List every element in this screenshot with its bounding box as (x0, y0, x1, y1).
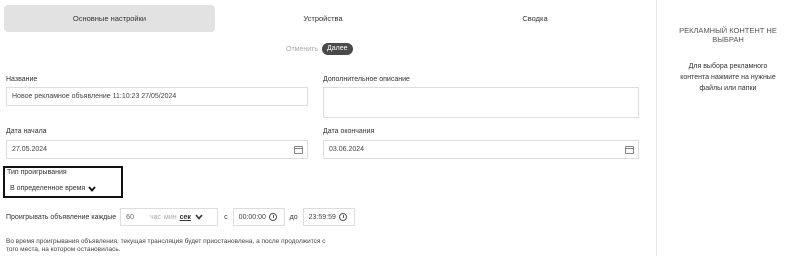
description-input[interactable] (323, 87, 639, 118)
chevron-down-icon (88, 185, 96, 192)
start-date-value: 27.05.2024 (12, 146, 48, 153)
next-button[interactable]: Далее (322, 43, 353, 55)
unit-second[interactable]: сек (180, 214, 191, 221)
playback-type-value: В определенное время (10, 185, 86, 192)
tab-basic-settings[interactable]: Основные настройки (4, 5, 215, 32)
start-date-label: Дата начала (6, 128, 47, 135)
repeat-interval-value: 60 (126, 213, 134, 221)
playback-note: Во время проигрывания объявления, текуща… (6, 238, 326, 253)
to-time-input[interactable]: 23:59:59 (302, 208, 355, 226)
name-label: Название (6, 76, 38, 83)
chevron-down-icon (195, 214, 203, 220)
clock-icon[interactable] (338, 213, 347, 221)
tab-summary[interactable]: Сводка (432, 5, 638, 32)
tab-devices[interactable]: Устройства (220, 5, 426, 32)
name-input-value: Новое рекламное объявление 11:10:23 27/0… (12, 93, 177, 100)
repeat-row: Проигрывать объявление каждые 60 час мин… (6, 208, 355, 226)
from-time-input[interactable]: 00:00:00 (232, 208, 285, 226)
calendar-icon[interactable] (294, 146, 303, 154)
unit-hour[interactable]: час (150, 214, 161, 221)
to-label: до (289, 213, 298, 221)
end-date-label: Дата окончания (323, 128, 375, 135)
cancel-button[interactable]: Отменить (286, 46, 318, 53)
content-panel-hint: Для выбора рекламного контента нажмите н… (680, 63, 776, 92)
content-panel-title: РЕКЛАМНЫЙ КОНТЕНТ НЕ ВЫБРАН (679, 26, 777, 44)
playback-type-field: Тип проигрывания В определенное время (3, 166, 123, 198)
content-panel: РЕКЛАМНЫЙ КОНТЕНТ НЕ ВЫБРАН Для выбора р… (656, 0, 799, 256)
name-input[interactable]: Новое рекламное объявление 11:10:23 27/0… (6, 87, 308, 106)
playback-type-select[interactable]: В определенное время (10, 185, 96, 192)
start-date-input[interactable]: 27.05.2024 (6, 140, 308, 159)
end-date-value: 03.06.2024 (329, 146, 365, 153)
playback-type-label: Тип проигрывания (7, 169, 67, 176)
calendar-icon[interactable] (625, 146, 634, 154)
from-label: с (224, 213, 228, 221)
unit-minute[interactable]: мин (164, 214, 177, 221)
repeat-interval-input[interactable]: 60 час мин сек (120, 208, 219, 226)
description-label: Дополнительное описание (323, 76, 410, 83)
repeat-label: Проигрывать объявление каждые (6, 213, 117, 221)
end-date-input[interactable]: 03.06.2024 (323, 140, 639, 159)
tab-bar: Основные настройки Устройства Сводка (4, 5, 644, 32)
to-time-value: 23:59:59 (308, 213, 336, 221)
form-actions: Отменить Далее (286, 43, 353, 55)
clock-icon[interactable] (268, 213, 277, 221)
from-time-value: 00:00:00 (238, 213, 266, 221)
